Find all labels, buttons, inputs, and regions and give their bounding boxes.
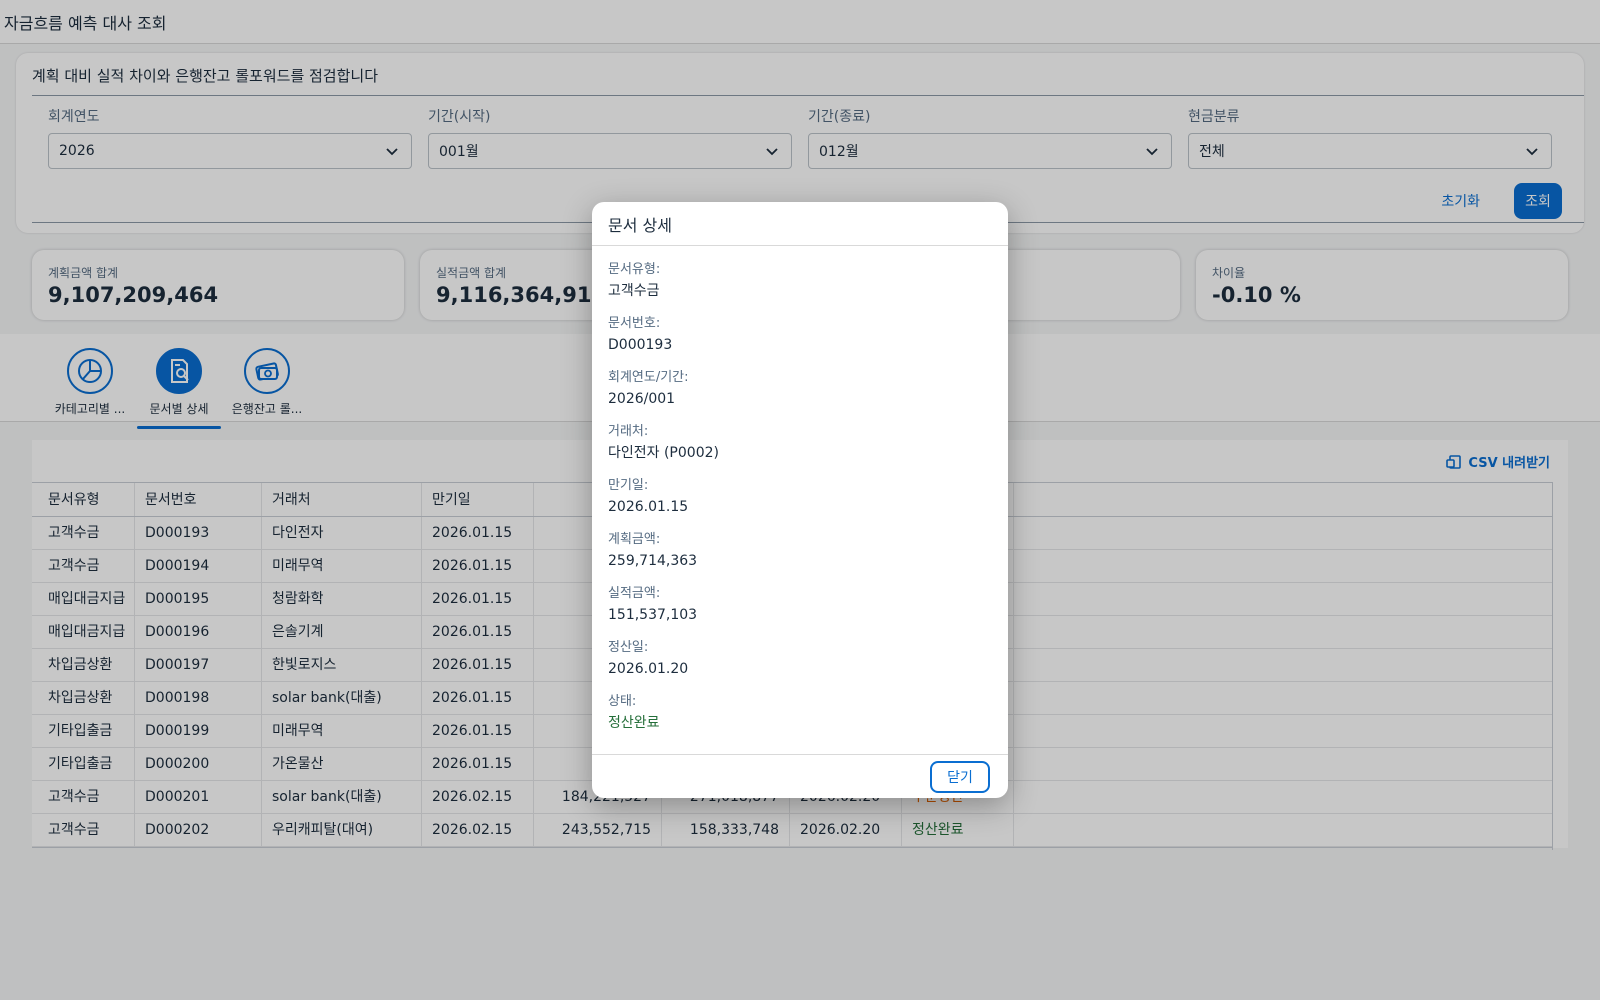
detail-field-label: 만기일:: [608, 478, 649, 493]
detail-field-value: 고객수금: [608, 283, 660, 299]
detail-field-value: 2026.01.15: [608, 499, 689, 515]
detail-field-label: 계획금액:: [608, 532, 661, 547]
document-detail-dialog: 문서 상세 문서유형: 고객수금문서번호: D000193 회계연도/기간: 2026/…: [592, 202, 1008, 798]
detail-field-label: 정산일:: [608, 640, 649, 655]
dialog-footer: 닫기: [592, 754, 1008, 798]
detail-field: 실적금액: 151,537,103: [608, 584, 992, 638]
detail-field-value: 정산완료: [608, 715, 660, 731]
dialog-title: 문서 상세: [592, 202, 1008, 246]
detail-field-value: 2026/001: [608, 391, 676, 407]
detail-field: 문서번호: D000193: [608, 314, 992, 368]
detail-field-value: 2026.01.20: [608, 661, 689, 677]
detail-field-label: 문서유형:: [608, 262, 661, 277]
detail-field: 상태: 정산완료: [608, 692, 992, 746]
detail-field-label: 문서번호:: [608, 316, 661, 331]
detail-field-label: 실적금액:: [608, 586, 661, 601]
detail-field-value: 다인전자 (P0002): [608, 445, 719, 461]
detail-field-value: 151,537,103: [608, 607, 698, 623]
detail-field-label: 회계연도/기간:: [608, 370, 689, 385]
close-button[interactable]: 닫기: [930, 761, 990, 793]
detail-field: 만기일: 2026.01.15: [608, 476, 992, 530]
detail-field: 거래처: 다인전자 (P0002): [608, 422, 992, 476]
detail-field: 회계연도/기간: 2026/001: [608, 368, 992, 422]
detail-field-value: 259,714,363: [608, 553, 698, 569]
detail-field: 정산일: 2026.01.20: [608, 638, 992, 692]
detail-field-value: D000193: [608, 337, 673, 353]
detail-field-label: 상태:: [608, 694, 637, 709]
detail-field-label: 거래처:: [608, 424, 649, 439]
detail-field: 계획금액: 259,714,363: [608, 530, 992, 584]
detail-field: 문서유형: 고객수금: [608, 260, 992, 314]
dialog-body: 문서유형: 고객수금문서번호: D000193 회계연도/기간: 2026/001 거래처…: [592, 246, 1008, 756]
